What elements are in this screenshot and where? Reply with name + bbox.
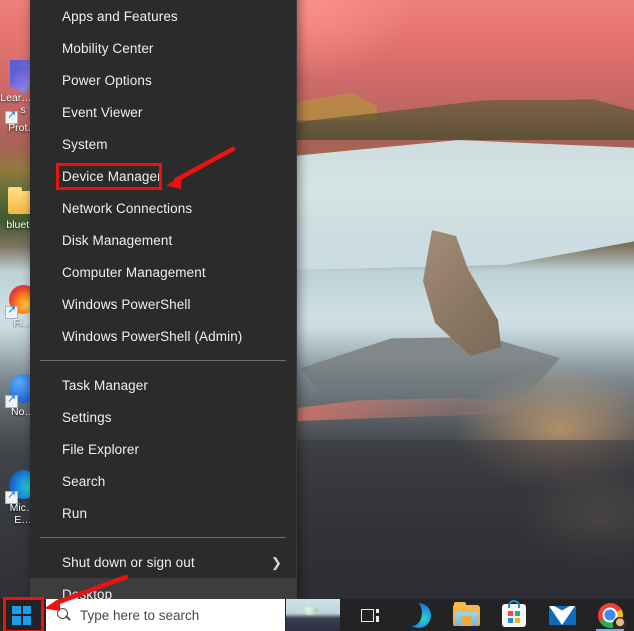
menu-separator <box>40 360 286 361</box>
mail-button[interactable] <box>538 599 586 631</box>
wallpaper-lake <box>297 140 634 270</box>
menu-item-apps-and-features[interactable]: Apps and Features <box>30 0 296 32</box>
windows-logo-icon <box>12 605 32 625</box>
menu-item-network-connections[interactable]: Network Connections <box>30 192 296 224</box>
menu-item-label: Shut down or sign out <box>62 554 195 570</box>
microsoft-edge-button[interactable] <box>394 599 442 631</box>
menu-item-label: Settings <box>62 409 112 425</box>
menu-item-label: Search <box>62 473 106 489</box>
menu-item-label: File Explorer <box>62 441 140 457</box>
menu-item-label: Device Manager <box>62 168 162 184</box>
menu-item-label: System <box>62 136 108 152</box>
envelope-icon <box>548 605 576 625</box>
menu-item-event-viewer[interactable]: Event Viewer <box>30 96 296 128</box>
desktop-peek-thumbnail[interactable] <box>286 599 340 631</box>
menu-item-disk-management[interactable]: Disk Management <box>30 224 296 256</box>
taskbar: Type here to search <box>0 597 634 631</box>
menu-item-label: Windows PowerShell <box>62 296 191 312</box>
menu-item-label: Event Viewer <box>62 104 143 120</box>
menu-item-search[interactable]: Search <box>30 465 296 497</box>
edge-icon <box>405 602 431 628</box>
menu-item-power-options[interactable]: Power Options <box>30 64 296 96</box>
menu-item-label: Power Options <box>62 72 152 88</box>
taskbar-search-input[interactable]: Type here to search <box>45 599 286 631</box>
microsoft-store-button[interactable] <box>490 599 538 631</box>
search-icon <box>56 607 72 623</box>
file-explorer-button[interactable] <box>442 599 490 631</box>
start-button[interactable] <box>0 597 44 631</box>
search-placeholder: Type here to search <box>79 607 200 623</box>
menu-item-label: Disk Management <box>62 232 173 248</box>
menu-item-file-explorer[interactable]: File Explorer <box>30 433 296 465</box>
menu-separator <box>40 537 286 538</box>
desktop-screen: Lear… this Prot… bluet… Fi… No… <box>0 0 634 631</box>
store-bag-icon <box>502 599 526 627</box>
menu-item-label: Network Connections <box>62 200 193 216</box>
task-view-button[interactable] <box>346 599 394 631</box>
menu-item-label: Windows PowerShell (Admin) <box>62 328 243 344</box>
menu-item-label: Task Manager <box>62 377 148 393</box>
menu-item-run[interactable]: Run <box>30 497 296 529</box>
menu-item-settings[interactable]: Settings <box>30 401 296 433</box>
menu-item-label: Computer Management <box>62 264 206 280</box>
menu-item-device-manager[interactable]: Device Manager <box>30 160 296 192</box>
menu-item-task-manager[interactable]: Task Manager <box>30 369 296 401</box>
menu-item-windows-powershell-admin[interactable]: Windows PowerShell (Admin) <box>30 320 296 352</box>
menu-item-windows-powershell[interactable]: Windows PowerShell <box>30 288 296 320</box>
menu-item-label: Run <box>62 505 88 521</box>
wallpaper-rock-shadow <box>300 337 560 400</box>
google-chrome-button[interactable] <box>586 599 634 631</box>
menu-item-label: Mobility Center <box>62 40 154 56</box>
menu-item-system[interactable]: System <box>30 128 296 160</box>
menu-item-label: Apps and Features <box>62 8 178 24</box>
winx-quick-link-menu: Apps and Features Mobility Center Power … <box>30 0 297 604</box>
task-view-icon <box>360 608 380 623</box>
chrome-icon <box>597 602 627 631</box>
menu-item-shut-down-or-sign-out[interactable]: Shut down or sign out ❯ <box>30 546 296 578</box>
menu-item-computer-management[interactable]: Computer Management <box>30 256 296 288</box>
wallpaper-foreground <box>297 440 634 600</box>
folder-icon <box>452 601 480 626</box>
chevron-right-icon: ❯ <box>271 554 282 570</box>
taskbar-button-group <box>346 599 634 631</box>
menu-item-mobility-center[interactable]: Mobility Center <box>30 32 296 64</box>
